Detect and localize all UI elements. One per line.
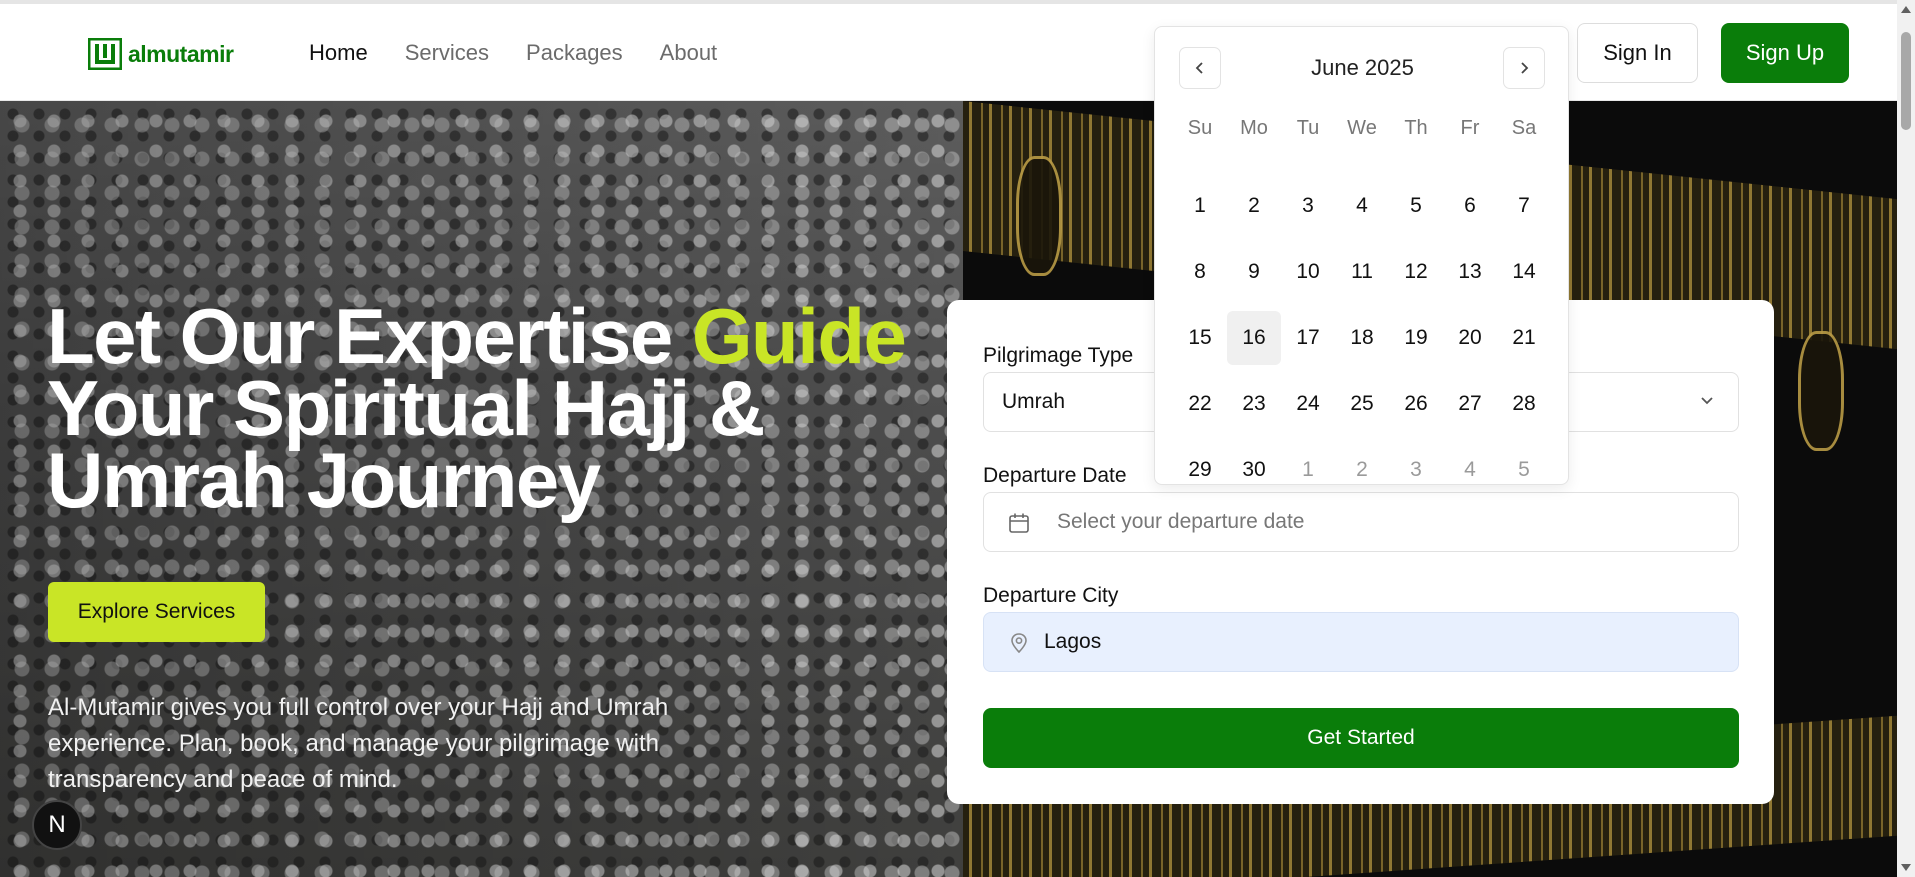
brand-logo[interactable]: almutamir: [88, 38, 234, 70]
calendar-day[interactable]: 13: [1443, 245, 1497, 299]
calendar-day[interactable]: 20: [1443, 311, 1497, 365]
calendar-day[interactable]: 24: [1281, 377, 1335, 431]
calendar-day[interactable]: 3: [1281, 179, 1335, 233]
weekday-label: Tu: [1296, 116, 1320, 139]
calendar-day[interactable]: 4: [1335, 179, 1389, 233]
hero-headline: Let Our Expertise Guide Your Spiritual H…: [47, 297, 927, 524]
calendar-day-grid: 1 2 3 4 5 6 7 8 9 10 11 12 13 14 15 16 17 18 19 20 21 22 23 24 2…: [1173, 173, 1551, 503]
calendar-day[interactable]: 19: [1389, 311, 1443, 365]
calendar-day[interactable]: 7: [1497, 179, 1551, 233]
calendar-day[interactable]: 27: [1443, 377, 1497, 431]
nextjs-dev-badge[interactable]: N: [32, 800, 82, 850]
calendar-day[interactable]: 29: [1173, 443, 1227, 497]
weekday-header: Su Mo Tu We Th Fr Sa: [1173, 107, 1551, 173]
chevron-right-icon: [1521, 62, 1529, 74]
kiswah-medallion: [1798, 331, 1844, 451]
departure-city-field[interactable]: Lagos: [983, 612, 1739, 672]
calendar-day[interactable]: 1: [1173, 179, 1227, 233]
calendar-day[interactable]: 22: [1173, 377, 1227, 431]
calendar-day[interactable]: 25: [1335, 377, 1389, 431]
logo-icon: [88, 38, 122, 70]
departure-city-label: Departure City: [983, 584, 1119, 607]
departure-date-label: Departure Date: [983, 464, 1127, 487]
hero-description: Al-Mutamir gives you full control over y…: [48, 694, 669, 793]
calendar-day[interactable]: 10: [1281, 245, 1335, 299]
calendar-day[interactable]: 5: [1497, 443, 1551, 497]
weekday-label: Sa: [1511, 116, 1537, 139]
calendar-day[interactable]: 17: [1281, 311, 1335, 365]
nav-home[interactable]: Home: [309, 40, 368, 66]
pilgrimage-type-label: Pilgrimage Type: [983, 344, 1134, 367]
calendar-day[interactable]: 18: [1335, 311, 1389, 365]
calendar-day[interactable]: 2: [1335, 443, 1389, 497]
next-month-button[interactable]: [1503, 47, 1545, 89]
page-scrollbar[interactable]: [1897, 0, 1915, 877]
date-picker-popover: June 2025 Su Mo Tu We Th Fr Sa 1 2 3 4 5 6 7 8 9 10 11 12…: [1154, 26, 1569, 485]
calendar-day[interactable]: 5: [1389, 179, 1443, 233]
sign-up-button[interactable]: Sign Up: [1721, 23, 1849, 83]
calendar-day[interactable]: 12: [1389, 245, 1443, 299]
calendar-day[interactable]: 28: [1497, 377, 1551, 431]
calendar-day[interactable]: 14: [1497, 245, 1551, 299]
chevron-down-icon: [1701, 397, 1713, 405]
calendar-day[interactable]: 4: [1443, 443, 1497, 497]
sign-in-button[interactable]: Sign In: [1577, 23, 1698, 83]
scroll-down-arrow-icon[interactable]: [1901, 864, 1911, 871]
calendar-day[interactable]: 30: [1227, 443, 1281, 497]
calendar-day[interactable]: 15: [1173, 311, 1227, 365]
weekday-label: Th: [1404, 116, 1428, 139]
calendar-day[interactable]: 2: [1227, 179, 1281, 233]
weekday-label: Su: [1187, 116, 1213, 139]
location-pin-icon: [1011, 633, 1027, 654]
badge-letter: N: [48, 811, 66, 838]
departure-date-placeholder: Select your departure date: [1057, 510, 1305, 533]
get-started-button[interactable]: Get Started: [983, 708, 1739, 768]
calendar-day[interactable]: 26: [1389, 377, 1443, 431]
main-nav: Home Services Packages About: [309, 40, 717, 66]
nav-packages[interactable]: Packages: [526, 40, 623, 66]
calendar-icon: [1009, 513, 1029, 533]
calendar-day[interactable]: 9: [1227, 245, 1281, 299]
calendar-day[interactable]: 23: [1227, 377, 1281, 431]
calendar-day[interactable]: 11: [1335, 245, 1389, 299]
scroll-up-arrow-icon[interactable]: [1901, 6, 1911, 13]
nav-services[interactable]: Services: [405, 40, 489, 66]
calendar-day[interactable]: 3: [1389, 443, 1443, 497]
calendar-day[interactable]: 1: [1281, 443, 1335, 497]
nav-about[interactable]: About: [660, 40, 718, 66]
pilgrimage-type-value: Umrah: [1002, 390, 1066, 413]
explore-services-button[interactable]: Explore Services: [48, 582, 265, 642]
departure-city-value: Lagos: [1044, 630, 1102, 653]
brand-name: almutamir: [128, 40, 234, 67]
kiswah-medallion: [1016, 156, 1062, 276]
weekday-label: Mo: [1240, 116, 1268, 139]
weekday-label: Fr: [1460, 116, 1480, 139]
site-header: almutamir Home Services Packages About S…: [0, 4, 1897, 101]
scroll-thumb[interactable]: [1901, 32, 1911, 130]
calendar-day[interactable]: 21: [1497, 311, 1551, 365]
headline-text-end: Your Spiritual Hajj & Umrah Journey: [47, 364, 765, 524]
calendar-day[interactable]: 8: [1173, 245, 1227, 299]
calendar-day[interactable]: 16: [1227, 311, 1281, 365]
calendar-day[interactable]: 6: [1443, 179, 1497, 233]
weekday-label: We: [1347, 116, 1377, 139]
